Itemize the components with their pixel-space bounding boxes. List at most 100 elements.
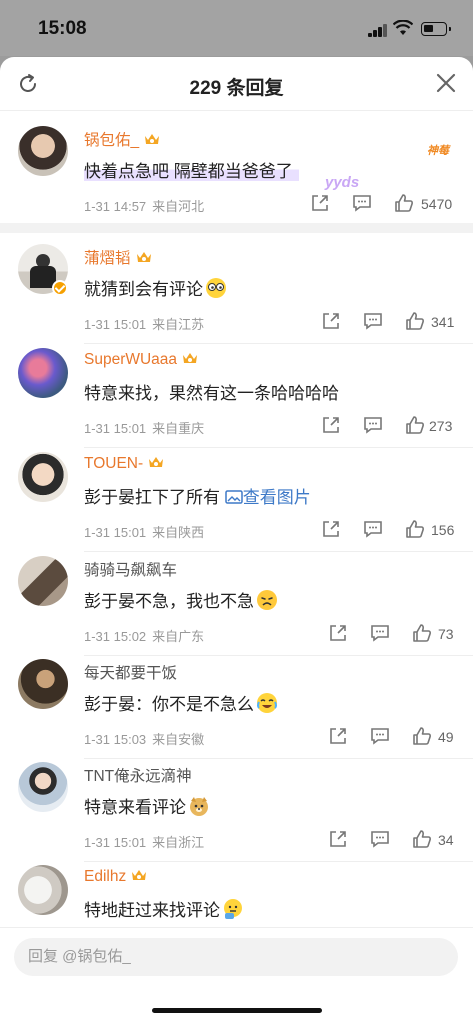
original-comment: 锅包佑_ 神莓 快着点急吧 隔壁都当爸爸了 yyds 1-31 14:57 来自河… — [0, 126, 473, 218]
user-name[interactable]: 每天都要干饭 — [84, 661, 177, 683]
comment-icon[interactable] — [369, 622, 391, 644]
comment-icon[interactable] — [369, 725, 391, 747]
sheet-title: 229 条回复 — [189, 78, 284, 99]
thinking-emoji-icon — [224, 899, 242, 919]
user-name[interactable]: 蒲熠韬 — [84, 246, 153, 268]
sheet-header: 229 条回复 — [0, 57, 473, 111]
share-icon[interactable] — [320, 310, 342, 332]
comment-meta: 1-31 15:01 来自重庆 — [84, 421, 205, 436]
divider — [84, 447, 473, 448]
comment-icon[interactable] — [362, 518, 384, 540]
avatar[interactable] — [18, 659, 68, 709]
like-count: 341 — [431, 314, 455, 330]
like-icon[interactable] — [411, 725, 433, 747]
share-icon[interactable] — [327, 725, 349, 747]
divider — [84, 343, 473, 344]
top-fan-badge: 神莓 — [427, 145, 449, 157]
user-name[interactable]: TNT俺永远滴神 — [84, 764, 192, 786]
comment-icon[interactable] — [369, 828, 391, 850]
share-icon[interactable] — [327, 622, 349, 644]
comment-meta: 1-31 15:02 来自广东 — [84, 629, 205, 644]
cellular-signal-icon — [368, 24, 388, 37]
comment-text: 彭于晏不急，我也不急 — [84, 587, 278, 612]
comment-meta: 1-31 15:03 来自安徽 — [84, 732, 205, 747]
fan-crown-icon — [149, 457, 164, 467]
battery-icon — [421, 22, 451, 36]
close-icon[interactable] — [435, 72, 457, 94]
comment-text: 特地赶过来找评论 — [84, 896, 244, 921]
share-icon[interactable] — [327, 828, 349, 850]
reply-item: 蒲熠韬 就猜到会有评论 1-31 15:01 来自江苏 341 — [0, 244, 473, 344]
comment-icon[interactable] — [362, 310, 384, 332]
like-count: 73 — [438, 626, 454, 642]
avatar[interactable] — [18, 556, 68, 606]
section-divider — [0, 223, 473, 233]
comment-meta: 1-31 15:01 来自江苏 — [84, 317, 205, 332]
eyes-emoji-icon — [206, 278, 226, 298]
share-icon[interactable] — [320, 518, 342, 540]
like-icon[interactable] — [411, 828, 433, 850]
like-icon[interactable] — [404, 310, 426, 332]
avatar[interactable] — [18, 762, 68, 812]
divider — [84, 758, 473, 759]
reply-item: TOUEN- 彭于晏扛下了所有 查看图片 1-31 15:01 来自陕西 156 — [0, 452, 473, 552]
avatar[interactable] — [18, 865, 68, 915]
reply-item: Edilhz 特地赶过来找评论 — [0, 865, 473, 935]
user-name[interactable]: TOUEN- — [84, 454, 165, 473]
divider — [84, 655, 473, 656]
comment-meta: 1-31 15:01 来自浙江 — [84, 835, 205, 850]
like-count: 5470 — [421, 196, 453, 212]
comment-text: 彭于晏扛下了所有 查看图片 — [84, 488, 311, 507]
user-name[interactable]: 骑骑马飙飙车 — [84, 558, 177, 580]
sad-emoji-icon — [257, 590, 277, 610]
like-icon[interactable] — [411, 622, 433, 644]
reply-item: TNT俺永远滴神 特意来看评论 1-31 15:01 来自浙江 34 — [0, 762, 473, 862]
avatar[interactable] — [18, 452, 68, 502]
status-bar: 15:08 — [0, 0, 473, 56]
laugh-cry-emoji-icon — [257, 693, 277, 713]
reply-bar: 回复 @锅包佑_ — [0, 927, 473, 1024]
user-name[interactable]: Edilhz — [84, 867, 148, 886]
comment-icon[interactable] — [351, 192, 373, 214]
fan-crown-icon — [183, 353, 198, 363]
reply-item: SuperWUaaa 特意来找，果然有这一条哈哈哈哈 1-31 15:01 来自重… — [0, 348, 473, 448]
user-name[interactable]: SuperWUaaa — [84, 350, 199, 369]
divider — [84, 861, 473, 862]
fan-crown-icon — [136, 252, 151, 262]
comment-meta: 1-31 15:01 来自陕西 — [84, 525, 205, 540]
comment-icon[interactable] — [362, 414, 384, 436]
yyds-sticker: yyds — [325, 174, 360, 191]
comment-text: 就猜到会有评论 — [84, 275, 227, 300]
share-icon[interactable] — [320, 414, 342, 436]
replies-sheet: 229 条回复 锅包佑_ 神莓 快着点急吧 隔壁都当爸爸了 yyds 1-31 … — [0, 57, 473, 1024]
share-icon[interactable] — [309, 192, 331, 214]
verified-badge-icon — [52, 280, 68, 296]
comment-text: 彭于晏：你不是不急么 — [84, 690, 278, 715]
status-time: 15:08 — [38, 18, 87, 39]
avatar[interactable] — [18, 126, 68, 176]
comment-text: 特意来看评论 — [84, 793, 210, 818]
like-count: 156 — [431, 522, 455, 538]
like-icon[interactable] — [404, 518, 426, 540]
like-count: 49 — [438, 729, 454, 745]
reply-input[interactable]: 回复 @锅包佑_ — [14, 938, 458, 976]
like-icon[interactable] — [404, 414, 426, 436]
view-image-link[interactable]: 查看图片 — [224, 488, 311, 507]
avatar[interactable] — [18, 348, 68, 398]
doge-emoji-icon — [190, 797, 208, 816]
comment-text: 特意来找，果然有这一条哈哈哈哈 — [84, 384, 339, 403]
comment-text: 快着点急吧 隔壁都当爸爸了 — [84, 157, 299, 182]
like-count: 273 — [429, 418, 453, 434]
fan-crown-icon — [145, 134, 160, 144]
like-count: 34 — [438, 832, 454, 848]
home-indicator — [152, 1008, 322, 1013]
user-name[interactable]: 锅包佑_ — [84, 128, 161, 150]
comment-meta: 1-31 14:57 来自河北 — [84, 199, 205, 214]
image-icon — [224, 490, 243, 504]
like-icon[interactable] — [393, 192, 415, 214]
reply-item: 每天都要干饭 彭于晏：你不是不急么 1-31 15:03 来自安徽 49 — [0, 659, 473, 759]
wifi-icon — [393, 20, 413, 35]
reply-item: 骑骑马飙飙车 彭于晏不急，我也不急 1-31 15:02 来自广东 73 — [0, 556, 473, 656]
divider — [84, 551, 473, 552]
fan-crown-icon — [132, 870, 147, 880]
